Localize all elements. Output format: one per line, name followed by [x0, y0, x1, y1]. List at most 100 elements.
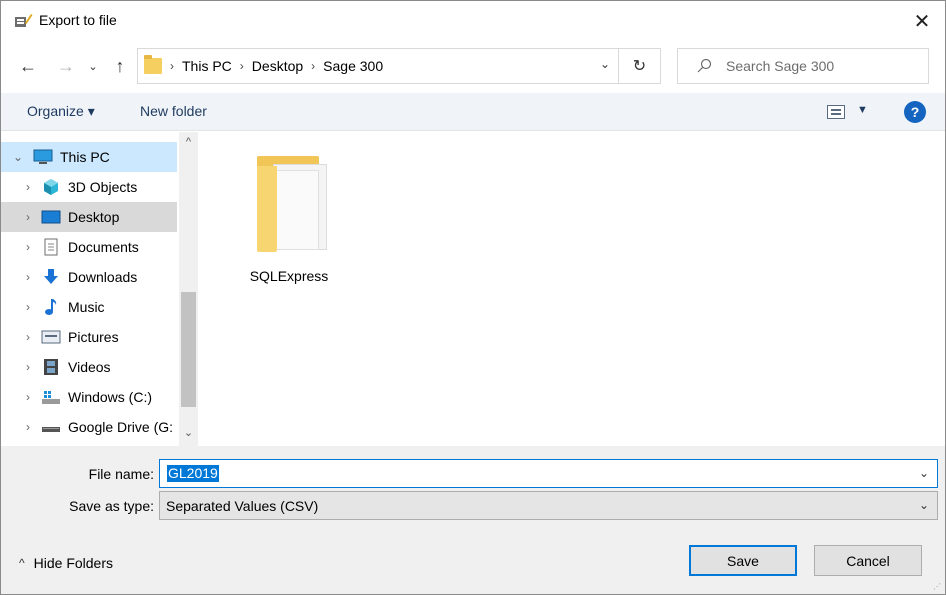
file-name-label: SQLExpress: [249, 268, 329, 284]
breadcrumb-this-pc[interactable]: This PC: [182, 58, 232, 74]
chevron-right-icon: ›: [170, 59, 174, 73]
file-name-value[interactable]: GL2019: [167, 465, 219, 482]
save-type-select[interactable]: Separated Values (CSV) ⌄: [159, 491, 938, 520]
sidebar-item-label: Desktop: [68, 209, 120, 225]
drive-icon: [41, 418, 61, 436]
sidebar-item-videos[interactable]: › Videos: [1, 352, 177, 382]
sidebar-item-google-drive[interactable]: › Google Drive (G:: [1, 412, 177, 442]
sidebar-item-label: Videos: [68, 359, 111, 375]
back-arrow-icon: ←: [19, 55, 37, 76]
search-box[interactable]: [677, 48, 929, 84]
sidebar-item-desktop[interactable]: › Desktop: [1, 202, 177, 232]
sidebar-item-label: This PC: [60, 149, 110, 165]
chevron-right-icon[interactable]: ›: [21, 270, 35, 284]
export-app-icon: [15, 14, 33, 27]
chevron-right-icon[interactable]: ›: [21, 300, 35, 314]
document-icon: [41, 238, 61, 256]
chevron-right-icon[interactable]: ›: [21, 360, 35, 374]
save-type-field-label: Save as type:: [69, 498, 154, 514]
chevron-up-icon: ^: [19, 556, 25, 570]
command-toolbar: Organize ▾ New folder ▼ ?: [1, 93, 945, 131]
window-title: Export to file: [39, 12, 117, 28]
breadcrumb-sage-300[interactable]: Sage 300: [323, 58, 383, 74]
chevron-right-icon[interactable]: ›: [21, 210, 35, 224]
chevron-right-icon[interactable]: ›: [21, 240, 35, 254]
scroll-up-icon[interactable]: ^: [179, 136, 198, 154]
picture-icon: [41, 328, 61, 346]
hide-folders-label: Hide Folders: [33, 555, 114, 571]
desktop-icon: [41, 208, 61, 226]
chevron-down-icon[interactable]: ⌄: [919, 466, 929, 480]
sidebar-item-label: Documents: [68, 239, 139, 255]
folder-icon: [144, 55, 162, 74]
sidebar-item-label: Windows (C:): [68, 389, 153, 405]
drive-icon: [41, 388, 61, 406]
file-list: SQLExpress: [199, 132, 945, 446]
sidebar-item-music[interactable]: › Music: [1, 292, 177, 322]
sidebar-item-label: Pictures: [68, 329, 119, 345]
up-arrow-icon: ↑: [115, 55, 125, 76]
cube-icon: [41, 178, 61, 196]
nav-scrollbar[interactable]: ^ ⌄: [179, 132, 198, 446]
chevron-right-icon[interactable]: ›: [21, 390, 35, 404]
help-icon[interactable]: ?: [904, 101, 926, 123]
folder-icon: [249, 150, 329, 254]
chevron-right-icon: ›: [239, 59, 244, 73]
save-type-value: Separated Values (CSV): [166, 498, 319, 514]
title-bar: Export to file ✕: [1, 1, 945, 41]
up-button[interactable]: ↑: [107, 53, 133, 79]
navigation-pane: ⌄ This PC › 3D Objects › Desktop › Docum…: [1, 132, 199, 446]
new-folder-button[interactable]: New folder: [140, 103, 207, 119]
resize-grip-icon[interactable]: ⋰: [933, 582, 943, 592]
sidebar-item-windows-c[interactable]: › Windows (C:): [1, 382, 177, 412]
breadcrumb-desktop[interactable]: Desktop: [252, 58, 303, 74]
address-bar[interactable]: › This PC › Desktop › Sage 300 ⌄: [137, 48, 619, 84]
sidebar-item-label: Music: [68, 299, 105, 315]
close-icon: ✕: [913, 10, 931, 33]
forward-button[interactable]: →: [53, 53, 79, 79]
sidebar-item-label: Google Drive (G:: [68, 419, 174, 435]
sidebar-item-label: 3D Objects: [68, 179, 138, 195]
save-options-panel: File name: GL2019 ⌄ Save as type: Separa…: [1, 446, 945, 594]
sidebar-item-pictures[interactable]: › Pictures: [1, 322, 177, 352]
list-item[interactable]: SQLExpress: [239, 150, 339, 290]
computer-icon: [33, 148, 53, 166]
address-row: ← → ⌄ ↑ › This PC › Desktop › Sage 300 ⌄…: [1, 45, 945, 89]
download-arrow-icon: [41, 268, 61, 286]
close-button[interactable]: ✕: [899, 1, 945, 41]
search-icon: [697, 58, 712, 73]
sidebar-item-label: Downloads: [68, 269, 138, 285]
music-note-icon: [41, 298, 61, 316]
scrollbar-thumb[interactable]: [181, 292, 196, 407]
view-dropdown-icon[interactable]: ▼: [857, 104, 868, 116]
save-button[interactable]: Save: [689, 545, 797, 576]
address-dropdown-icon[interactable]: ⌄: [600, 57, 610, 71]
cancel-button[interactable]: Cancel: [814, 545, 922, 576]
forward-arrow-icon: →: [57, 55, 75, 76]
sidebar-item-documents[interactable]: › Documents: [1, 232, 177, 262]
chevron-right-icon[interactable]: ›: [21, 180, 35, 194]
file-name-field[interactable]: GL2019 ⌄: [159, 459, 938, 488]
chevron-down-icon: ⌄: [88, 60, 98, 73]
nav-tree: ⌄ This PC › 3D Objects › Desktop › Docum…: [1, 142, 177, 442]
chevron-right-icon: ›: [311, 59, 316, 73]
sidebar-item-3d-objects[interactable]: › 3D Objects: [1, 172, 177, 202]
file-name-field-label: File name:: [88, 466, 154, 482]
scroll-down-icon[interactable]: ⌄: [179, 426, 198, 444]
sidebar-item-this-pc[interactable]: ⌄ This PC: [1, 142, 177, 172]
organize-button[interactable]: Organize ▾: [27, 103, 95, 120]
hide-folders-toggle[interactable]: ^ Hide Folders: [19, 555, 113, 571]
chevron-right-icon[interactable]: ›: [21, 420, 35, 434]
view-options-icon[interactable]: [827, 105, 845, 119]
chevron-down-icon[interactable]: ⌄: [11, 150, 25, 164]
film-icon: [41, 358, 61, 376]
export-dialog: Export to file ✕ ← → ⌄ ↑ › This PC › Des…: [0, 0, 946, 595]
refresh-button[interactable]: ↻: [619, 48, 661, 84]
sidebar-item-downloads[interactable]: › Downloads: [1, 262, 177, 292]
search-input[interactable]: [726, 58, 916, 74]
refresh-icon: ↻: [632, 58, 647, 75]
back-button[interactable]: ←: [15, 53, 41, 79]
chevron-right-icon[interactable]: ›: [21, 330, 35, 344]
recent-locations-button[interactable]: ⌄: [83, 53, 103, 79]
chevron-down-icon[interactable]: ⌄: [919, 498, 929, 512]
